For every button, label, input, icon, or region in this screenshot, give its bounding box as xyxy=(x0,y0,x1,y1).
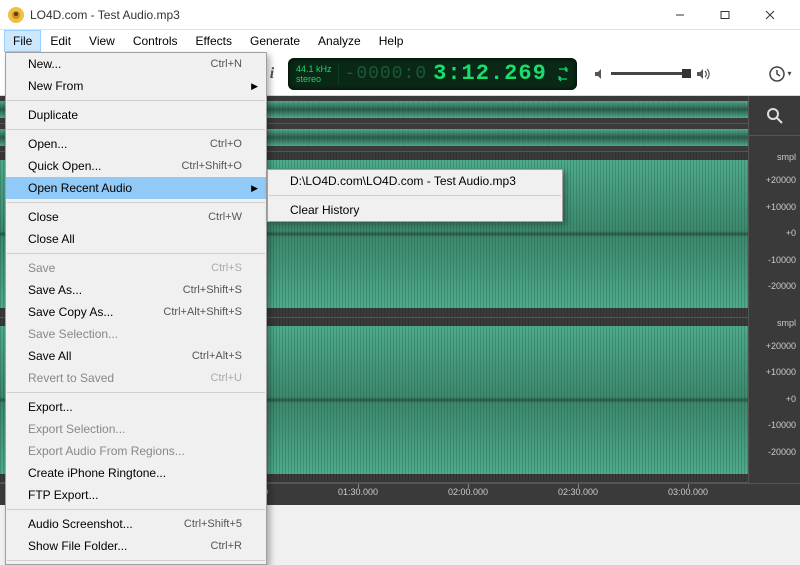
menu-item-save-copy[interactable]: Save Copy As...Ctrl+Alt+Shift+S xyxy=(6,301,266,323)
menu-file[interactable]: File xyxy=(4,30,41,52)
time-tick: 02:00.000 xyxy=(448,487,488,497)
menu-item-export-regions[interactable]: Export Audio From Regions... xyxy=(6,440,266,462)
loop-icon[interactable] xyxy=(557,65,569,83)
close-button[interactable] xyxy=(747,0,792,30)
recent-file-item[interactable]: D:\LO4D.com\LO4D.com - Test Audio.mp3 xyxy=(268,170,562,192)
amplitude-ruler: smpl +20000 +10000 +0 -10000 -20000 smpl… xyxy=(748,96,800,483)
menubar: File Edit View Controls Effects Generate… xyxy=(0,30,800,52)
volume-loud-icon xyxy=(695,67,711,81)
menu-item-export[interactable]: Export... xyxy=(6,396,266,418)
ruler-label: +20000 xyxy=(766,341,796,351)
ruler-label: -10000 xyxy=(768,255,796,265)
lcd-display: 44.1 kHz stereo -0000:0 3:12.269 xyxy=(288,58,577,90)
ruler-label: -20000 xyxy=(768,281,796,291)
lcd-position-dim: -0000:0 xyxy=(345,64,428,84)
ruler-label: +0 xyxy=(786,394,796,404)
window-title: LO4D.com - Test Audio.mp3 xyxy=(30,8,180,22)
menu-item-show-folder[interactable]: Show File Folder...Ctrl+R xyxy=(6,535,266,557)
ruler-label: +10000 xyxy=(766,202,796,212)
time-tick: 01:30.000 xyxy=(338,487,378,497)
volume-control[interactable] xyxy=(593,67,711,81)
ruler-label: -20000 xyxy=(768,447,796,457)
menu-item-ringtone[interactable]: Create iPhone Ringtone... xyxy=(6,462,266,484)
menu-item-quick-open[interactable]: Quick Open...Ctrl+Shift+O xyxy=(6,155,266,177)
menu-item-revert[interactable]: Revert to SavedCtrl+U xyxy=(6,367,266,389)
volume-slider[interactable] xyxy=(611,72,691,75)
ruler-label: +10000 xyxy=(766,367,796,377)
menu-controls[interactable]: Controls xyxy=(124,30,187,52)
file-menu-dropdown: New...Ctrl+N New From▶ Duplicate Open...… xyxy=(5,52,267,565)
menu-item-new-from[interactable]: New From▶ xyxy=(6,75,266,97)
ruler-label: smpl xyxy=(777,152,796,162)
menu-item-duplicate[interactable]: Duplicate xyxy=(6,104,266,126)
menu-view[interactable]: View xyxy=(80,30,124,52)
volume-mute-icon xyxy=(593,67,607,81)
ruler-label: +20000 xyxy=(766,175,796,185)
ruler-label: +0 xyxy=(786,228,796,238)
maximize-button[interactable] xyxy=(702,0,747,30)
menu-item-save-selection[interactable]: Save Selection... xyxy=(6,323,266,345)
time-tick: 03:00.000 xyxy=(668,487,708,497)
menu-edit[interactable]: Edit xyxy=(41,30,80,52)
minimize-button[interactable] xyxy=(657,0,702,30)
menu-item-open-recent[interactable]: Open Recent Audio▶ xyxy=(6,177,266,199)
menu-item-ftp-export[interactable]: FTP Export... xyxy=(6,484,266,506)
lcd-sample-rate: 44.1 kHz xyxy=(296,64,332,74)
ruler-label: smpl xyxy=(777,318,796,328)
recent-audio-submenu: D:\LO4D.com\LO4D.com - Test Audio.mp3 Cl… xyxy=(267,169,563,222)
menu-item-save-as[interactable]: Save As...Ctrl+Shift+S xyxy=(6,279,266,301)
search-button[interactable] xyxy=(749,96,800,136)
menu-generate[interactable]: Generate xyxy=(241,30,309,52)
clear-history-item[interactable]: Clear History xyxy=(268,199,562,221)
menu-item-open[interactable]: Open...Ctrl+O xyxy=(6,133,266,155)
menu-analyze[interactable]: Analyze xyxy=(309,30,370,52)
titlebar: LO4D.com - Test Audio.mp3 xyxy=(0,0,800,30)
menu-item-save[interactable]: SaveCtrl+S xyxy=(6,257,266,279)
menu-help[interactable]: Help xyxy=(370,30,413,52)
menu-item-close-all[interactable]: Close All xyxy=(6,228,266,250)
menu-item-screenshot[interactable]: Audio Screenshot...Ctrl+Shift+5 xyxy=(6,513,266,535)
lcd-position: 3:12.269 xyxy=(433,61,547,86)
menu-item-new[interactable]: New...Ctrl+N xyxy=(6,53,266,75)
menu-item-export-selection[interactable]: Export Selection... xyxy=(6,418,266,440)
menu-effects[interactable]: Effects xyxy=(187,30,241,52)
history-button[interactable]: ▾ xyxy=(766,60,794,88)
menu-item-save-all[interactable]: Save AllCtrl+Alt+S xyxy=(6,345,266,367)
app-icon xyxy=(8,7,24,23)
menu-item-close[interactable]: CloseCtrl+W xyxy=(6,206,266,228)
time-tick: 02:30.000 xyxy=(558,487,598,497)
ruler-label: -10000 xyxy=(768,420,796,430)
lcd-channels: stereo xyxy=(296,74,332,84)
